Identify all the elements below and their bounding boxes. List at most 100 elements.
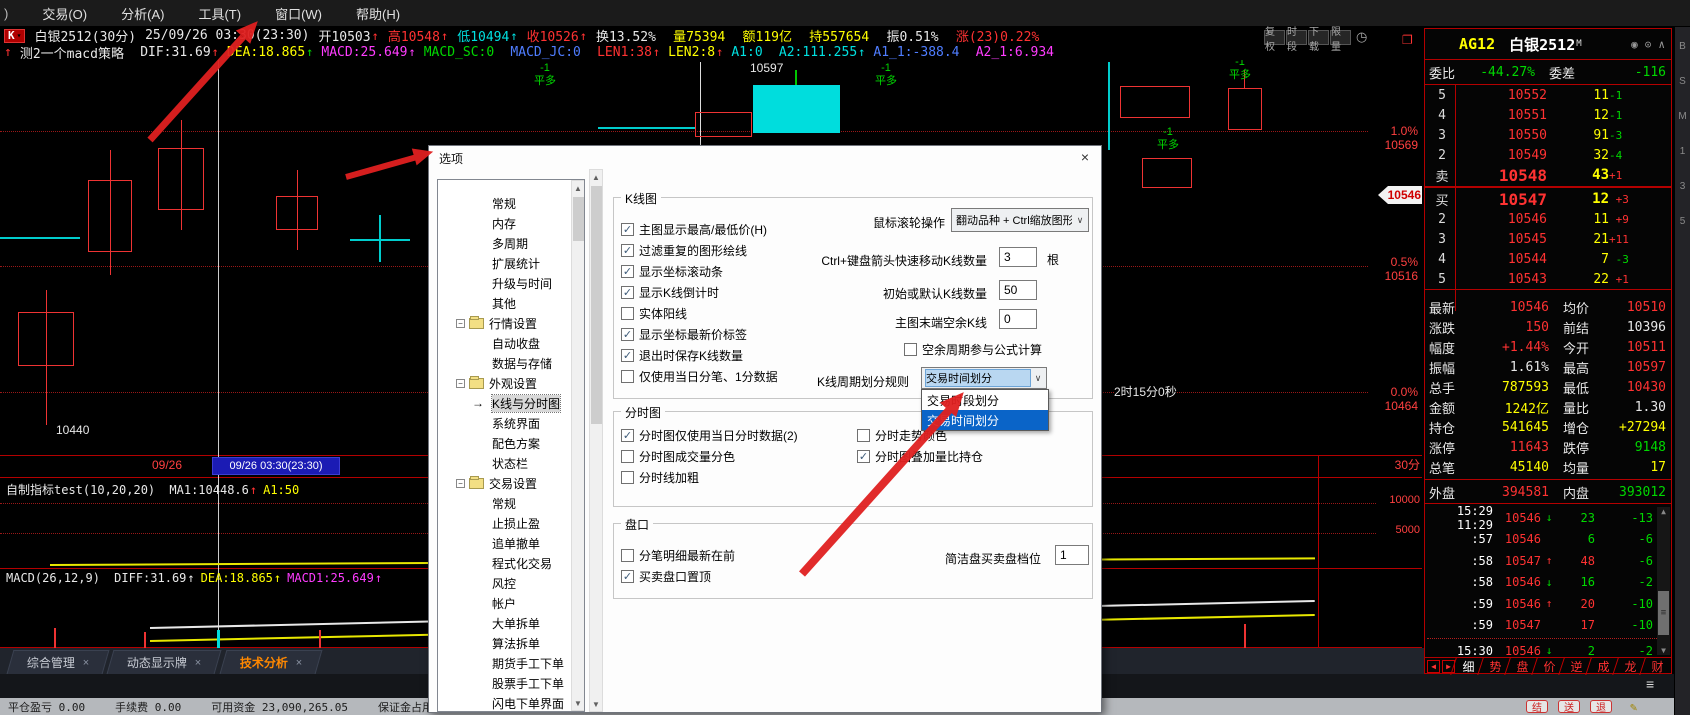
depth-row[interactable]: 买 10547 12 +3 — [1427, 189, 1634, 209]
workspace-tab[interactable]: 动态显示牌 × — [107, 650, 222, 674]
depth-row[interactable]: 2 10549 32 -4 — [1427, 145, 1627, 165]
tree-item[interactable]: − → 常规 — [438, 193, 571, 213]
tree-item[interactable]: − → 系统界面 — [438, 413, 571, 433]
checkbox[interactable]: ✓ — [621, 450, 634, 463]
blank-count-input[interactable] — [999, 309, 1037, 329]
initial-count-input[interactable] — [999, 280, 1037, 300]
toolbar-button[interactable]: 时段 — [1286, 30, 1307, 45]
tree-item[interactable]: − → K线与分时图 — [438, 393, 571, 413]
checkbox[interactable]: ✓ — [904, 343, 917, 356]
collapse-icon[interactable]: ∧ — [1658, 38, 1665, 51]
tree-item[interactable]: − → 数据与存储 — [438, 353, 571, 373]
quote-tab[interactable]: 财 — [1644, 658, 1671, 675]
status-button[interactable]: 结 — [1526, 700, 1548, 713]
tree-item[interactable]: − → 股票手工下单 — [438, 673, 571, 693]
tree-item[interactable]: − → 状态栏 — [438, 453, 571, 473]
checkbox[interactable]: ✓ — [621, 286, 634, 299]
checkbox[interactable]: ✓ — [621, 429, 634, 442]
tree-item[interactable]: − → 大单拆单 — [438, 613, 571, 633]
menu-item[interactable]: 窗口(W) — [275, 4, 322, 23]
checkbox[interactable]: ✓ — [621, 265, 634, 278]
dropdown-option[interactable]: 交易时间划分 — [922, 410, 1048, 430]
checkbox[interactable]: ✓ — [857, 429, 870, 442]
tree-scrollbar[interactable]: ▲ ▼ — [571, 180, 585, 711]
workspace-tab[interactable]: 技术分析 × — [219, 650, 322, 674]
blank-period-checkbox-row[interactable]: ✓ 空余周期参与公式计算 — [904, 341, 1042, 358]
toolbar-button[interactable]: 下载 — [1308, 30, 1329, 45]
scroll-thumb[interactable]: ≡ — [1658, 591, 1669, 635]
tree-item[interactable]: − → 自动收盘 — [438, 333, 571, 353]
tree-item[interactable]: − → 行情设置 — [438, 313, 571, 333]
clock-icon[interactable]: ◷ — [1356, 29, 1367, 45]
tab-prev-icon[interactable]: ◀ — [1427, 660, 1440, 673]
depth-row[interactable]: 3 10550 91 -3 — [1427, 125, 1627, 145]
depth-row[interactable]: 4 10544 7 -3 — [1427, 249, 1634, 269]
tree-item[interactable]: − → 追单撤单 — [438, 533, 571, 553]
scroll-up-icon[interactable]: ▲ — [1657, 507, 1670, 516]
tree-item[interactable]: − → 外观设置 — [438, 373, 571, 393]
shortcut-glyph[interactable]: 5 — [1680, 216, 1686, 227]
toolbar-button[interactable]: 复权 — [1264, 30, 1285, 45]
shortcut-glyph[interactable]: M — [1678, 111, 1686, 122]
tab-close-icon[interactable]: × — [296, 657, 302, 669]
wheel-combobox[interactable]: 翻动品种 + Ctrl缩放图形 ∨ — [951, 208, 1089, 232]
checkbox-row[interactable]: ✓ 分时线加粗 — [621, 467, 911, 488]
depth-price[interactable]: 10543 — [1457, 272, 1547, 287]
depth-price[interactable]: 10545 — [1457, 232, 1547, 247]
checkbox[interactable]: ✓ — [857, 450, 870, 463]
tree-expander-icon[interactable]: − — [456, 379, 465, 388]
depth-row[interactable]: 2 10546 11 +9 — [1427, 209, 1634, 229]
status-button[interactable]: 送 — [1558, 700, 1580, 713]
status-button[interactable]: 退 — [1590, 700, 1612, 713]
checkbox[interactable]: ✓ — [621, 307, 634, 320]
checkbox[interactable]: ✓ — [621, 349, 634, 362]
depth-row[interactable]: 4 10551 12 -1 — [1427, 105, 1627, 125]
menu-item[interactable]: 交易(O) — [42, 4, 87, 23]
menu-lines-icon[interactable]: ≡ — [1646, 676, 1654, 692]
scroll-up-icon[interactable]: ▲ — [590, 170, 602, 184]
scroll-down-icon[interactable]: ▼ — [590, 697, 602, 711]
depth-price[interactable]: 10546 — [1457, 212, 1547, 227]
tree-item[interactable]: − → 内存 — [438, 213, 571, 233]
target-icon[interactable]: ◉ — [1631, 38, 1638, 51]
checkbox[interactable]: ✓ — [621, 549, 634, 562]
tree-item[interactable]: − → 交易设置 — [438, 473, 571, 493]
checkbox[interactable]: ✓ — [621, 328, 634, 341]
scroll-up-icon[interactable]: ▲ — [572, 181, 584, 195]
content-scrollbar[interactable]: ▲ ▼ — [589, 169, 603, 712]
shortcut-glyph[interactable]: S — [1679, 76, 1686, 87]
tree-item[interactable]: − → 配色方案 — [438, 433, 571, 453]
pencil-icon[interactable]: ✎ — [1630, 700, 1637, 714]
depth-price[interactable]: 10549 — [1457, 148, 1547, 163]
tree-item[interactable]: − → 算法拆单 — [438, 633, 571, 653]
depth-price[interactable]: 10548 — [1457, 166, 1547, 185]
period-badge[interactable]: K▾ — [4, 29, 25, 43]
move-count-input[interactable] — [999, 247, 1037, 267]
tree-item[interactable]: − → 帐户 — [438, 593, 571, 613]
depth-price[interactable]: 10550 — [1457, 128, 1547, 143]
checkbox-row[interactable]: ✓ 买卖盘口置顶 — [621, 566, 911, 587]
rule-combobox[interactable]: 交易时间划分 ∨ — [921, 367, 1047, 389]
menu-item[interactable]: 工具(T) — [198, 4, 241, 23]
tree-item[interactable]: − → 升级与时间 — [438, 273, 571, 293]
close-icon[interactable]: × — [1075, 148, 1095, 166]
depth-input[interactable] — [1055, 545, 1089, 565]
checkbox[interactable]: ✓ — [621, 223, 634, 236]
checkbox[interactable]: ✓ — [621, 471, 634, 484]
depth-price[interactable]: 10547 — [1457, 190, 1547, 209]
depth-price[interactable]: 10552 — [1457, 88, 1547, 103]
dot-circle-icon[interactable]: ⊙ — [1645, 38, 1652, 51]
menu-item[interactable]: 帮助(H) — [356, 4, 400, 23]
scroll-thumb[interactable] — [591, 186, 602, 424]
tree-expander-icon[interactable]: − — [456, 319, 465, 328]
tab-close-icon[interactable]: × — [83, 657, 89, 669]
tree-item[interactable]: − → 扩展统计 — [438, 253, 571, 273]
tree-item[interactable]: − → 多周期 — [438, 233, 571, 253]
depth-row[interactable]: 5 10552 11 -1 — [1427, 85, 1627, 105]
tick-scrollbar[interactable]: ▲ ≡ ▼ — [1657, 507, 1670, 655]
tree-item[interactable]: − → 期货手工下单 — [438, 653, 571, 673]
tree-item[interactable]: − → 风控 — [438, 573, 571, 593]
scroll-down-icon[interactable]: ▼ — [1657, 646, 1670, 655]
workspace-tab[interactable]: 综合管理 × — [7, 650, 110, 674]
menu-item[interactable]: 分析(A) — [121, 4, 164, 23]
